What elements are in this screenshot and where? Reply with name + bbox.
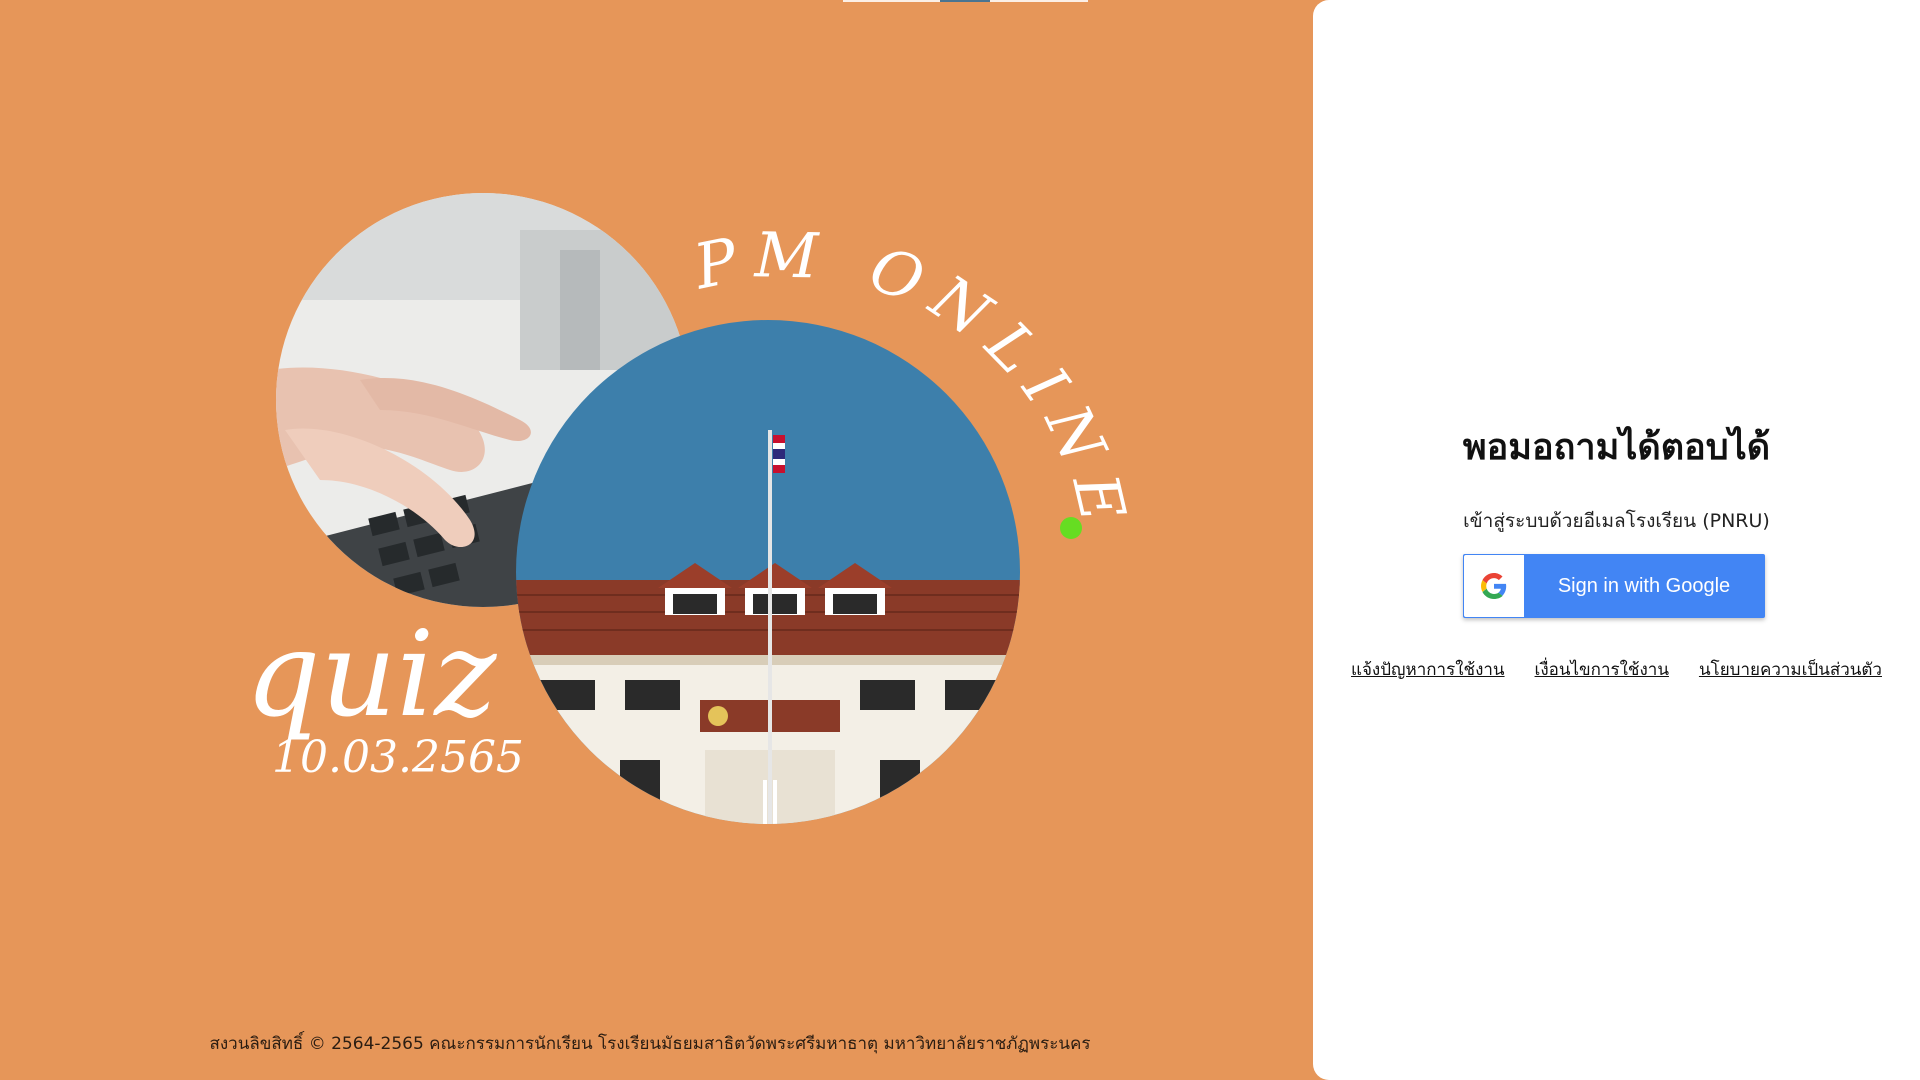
google-g-icon [1481,573,1507,599]
terms-link[interactable]: เงื่อนไขการใช้งาน [1535,656,1669,683]
hero-panel: PM ONLINE quiz 10.03.2565 สงวนลิขสิทธิ์ … [0,0,1330,1080]
report-problem-link[interactable]: แจ้งปัญหาการใช้งาน [1351,656,1505,683]
quiz-date: 10.03.2565 [272,732,524,783]
quiz-word: quiz [245,605,497,743]
hero-illustration: PM ONLINE quiz 10.03.2565 [245,193,1129,824]
thai-flag [773,435,785,473]
login-panel: พอมอถามได้ตอบได้ เข้าสู่ระบบด้วยอีเมลโรง… [1313,0,1920,1080]
login-subtitle: เข้าสู่ระบบด้วยอีเมลโรงเรียน (PNRU) [1463,510,1770,532]
top-progress-bar [843,0,1088,2]
google-icon-container [1464,555,1524,617]
copyright-footer: สงวนลิขสิทธิ์ © 2564-2565 คณะกรรมการนักเ… [209,1034,1091,1054]
google-signin-label: Sign in with Google [1557,574,1731,597]
green-dot-icon [1060,517,1082,539]
privacy-policy-link[interactable]: นโยบายความเป็นส่วนตัว [1699,656,1882,683]
footer-links: แจ้งปัญหาการใช้งาน เงื่อนไขการใช้งาน นโย… [1313,656,1920,683]
google-signin-button[interactable]: Sign in with Google [1463,554,1765,618]
page-title: พอมอถามได้ตอบได้ [1462,427,1771,468]
progress-segment [940,0,990,2]
